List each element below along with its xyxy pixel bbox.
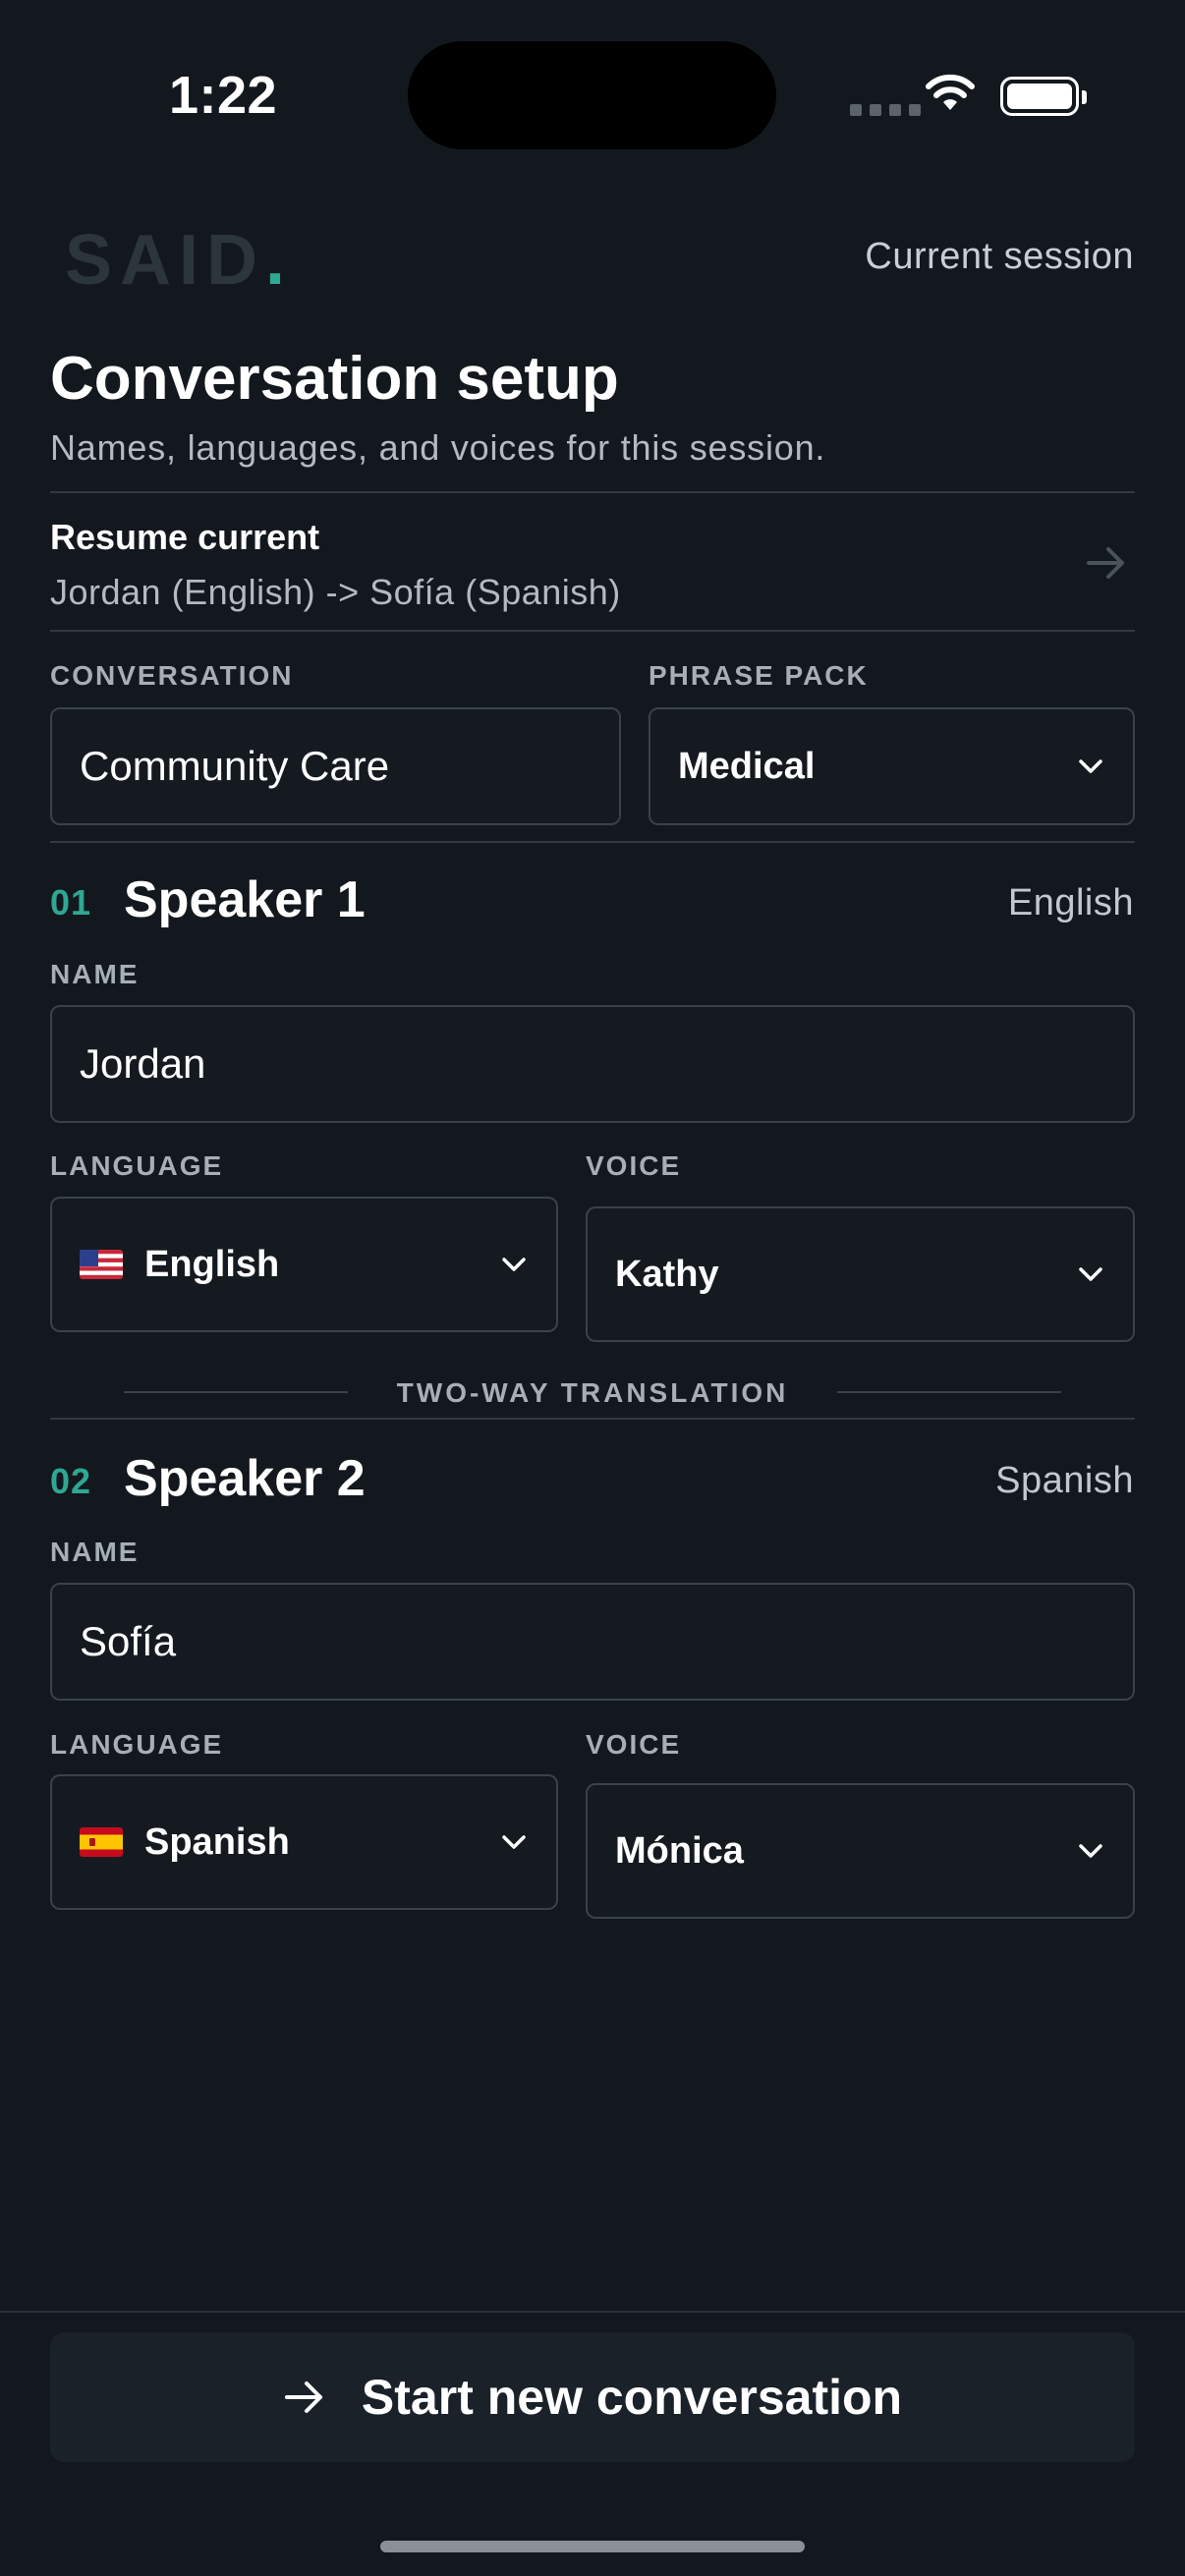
arrow-right-icon [284, 2381, 322, 2413]
speaker-1-language-select[interactable]: English [50, 1197, 558, 1332]
status-time: 1:22 [169, 66, 278, 125]
divider [50, 630, 1135, 632]
current-session-link[interactable]: Current session [865, 236, 1134, 278]
speaker-1-voice-value: Kathy [615, 1253, 719, 1295]
conversation-name-input[interactable]: Community Care [50, 707, 621, 825]
conversation-label: CONVERSATION [50, 660, 294, 691]
wifi-icon [924, 71, 977, 117]
divider [50, 1418, 1135, 1420]
speaker-2-language-value: Spanish [144, 1820, 290, 1863]
speaker-2-language-select[interactable]: Spanish [50, 1774, 558, 1910]
speaker-1-language-label: LANGUAGE [50, 1150, 224, 1181]
speaker-1-language-summary: English [1007, 882, 1134, 924]
speaker-2-name-label: NAME [50, 1537, 140, 1567]
resume-title: Resume current [50, 517, 320, 557]
speaker-2-voice-label: VOICE [586, 1729, 682, 1760]
speaker-1-voice-label: VOICE [586, 1150, 682, 1181]
speaker-1-number: 01 [50, 882, 92, 923]
battery-icon [1000, 77, 1087, 116]
speaker-1-language-value: English [144, 1243, 280, 1285]
divider-line [837, 1391, 1061, 1393]
page-subtitle: Names, languages, and voices for this se… [50, 427, 826, 468]
speaker-1-title: Speaker 1 [124, 871, 366, 928]
chevron-down-icon [502, 1835, 526, 1849]
footer-divider [0, 2311, 1185, 2313]
phrase-pack-label: PHRASE PACK [649, 660, 869, 691]
conversation-name-value: Community Care [80, 743, 390, 789]
speaker-2-language-summary: Spanish [995, 1460, 1134, 1501]
phrase-pack-value: Medical [678, 745, 816, 787]
chevron-down-icon [1079, 759, 1102, 773]
start-new-conversation-button[interactable]: Start new conversation [50, 2332, 1135, 2462]
speaker-1-name-label: NAME [50, 959, 140, 989]
page-title: Conversation setup [50, 345, 619, 413]
divider [50, 841, 1135, 843]
speaker-2-voice-value: Mónica [615, 1829, 744, 1872]
speaker-2-voice-select[interactable]: Mónica [586, 1783, 1135, 1919]
speaker-2-title: Speaker 2 [124, 1450, 366, 1507]
divider [50, 491, 1135, 493]
cellular-signal-icon [850, 104, 921, 116]
chevron-down-icon [1079, 1267, 1102, 1281]
two-way-translation-label: TWO-WAY TRANSLATION [396, 1377, 789, 1408]
speaker-1-voice-select[interactable]: Kathy [586, 1206, 1135, 1342]
resume-summary: Jordan (English) -> Sofía (Spanish) [50, 572, 621, 612]
chevron-down-icon [1079, 1844, 1102, 1858]
speaker-2-name-value: Sofía [80, 1618, 177, 1664]
home-indicator[interactable] [380, 2541, 805, 2552]
speaker-1-name-value: Jordan [80, 1040, 206, 1087]
start-button-label: Start new conversation [361, 2370, 903, 2425]
speaker-1-name-input[interactable]: Jordan [50, 1005, 1135, 1123]
us-flag-icon [80, 1250, 123, 1279]
arrow-right-icon [1085, 543, 1128, 588]
speaker-2-language-label: LANGUAGE [50, 1729, 224, 1760]
app-logo: SAID. [65, 221, 294, 300]
es-flag-icon [80, 1827, 123, 1857]
speaker-2-number: 02 [50, 1461, 92, 1501]
phrase-pack-select[interactable]: Medical [649, 707, 1135, 825]
dynamic-island [408, 41, 776, 149]
chevron-down-icon [502, 1258, 526, 1271]
speaker-2-name-input[interactable]: Sofía [50, 1583, 1135, 1701]
